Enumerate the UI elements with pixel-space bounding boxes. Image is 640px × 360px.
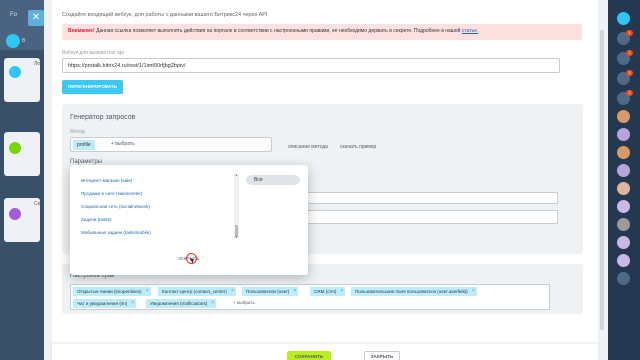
avatar[interactable] <box>617 164 630 177</box>
permission-tag: CRM (crm) × <box>310 287 346 296</box>
permission-tag: Пользователи (user) × <box>242 287 299 296</box>
permission-tag: Уведомления (notifications) × <box>146 299 217 308</box>
cancel-button[interactable]: ЗАКРЫТЬ <box>364 351 400 360</box>
method-tag: profile <box>73 140 95 150</box>
avatar[interactable] <box>617 110 630 123</box>
remove-tag-icon[interactable]: × <box>211 299 214 308</box>
scope-all-filter[interactable]: Все <box>246 175 300 185</box>
message-badge: 2 <box>626 50 633 56</box>
scroll-up-icon[interactable]: ▲ <box>234 173 239 177</box>
permission-tag: Контакт-центр (contact_center) × <box>158 287 236 296</box>
method-description-link[interactable]: описание метода <box>288 144 328 150</box>
remove-tag-icon[interactable]: × <box>293 287 296 296</box>
scope-list: Интернет-магазин (sale) Продажи в чате (… <box>78 173 242 243</box>
avatar[interactable] <box>617 182 630 195</box>
method-label: Метод <box>70 129 85 135</box>
background-card: Ло <box>4 58 40 102</box>
warning-alert: Внимание! Данная ссылка позволяет выполн… <box>62 24 582 40</box>
avatar[interactable] <box>617 146 630 159</box>
add-chat-icon[interactable] <box>617 272 630 285</box>
right-sidebar: 1 2 3 3 <box>608 0 640 360</box>
scope-item[interactable]: Социальная сеть (socialnetwork) <box>81 204 150 209</box>
background-portal: Fo В Ло Се <box>0 0 44 360</box>
permission-tag: Открытые линии (imopenlines) × <box>73 287 151 296</box>
background-card-icon <box>9 66 21 78</box>
method-choose-link[interactable]: + выбрать <box>111 141 135 147</box>
avatar[interactable] <box>617 200 630 213</box>
search-icon[interactable] <box>617 12 630 25</box>
method-selector[interactable]: profile + выбрать <box>70 137 272 152</box>
permission-tag: Пользовательские поля пользователя (user… <box>351 287 477 296</box>
background-card: Се <box>4 198 40 242</box>
webhook-url-field[interactable]: https://protalk.bitrix24.ru/rest/1/1imt9… <box>62 58 560 73</box>
panel-scrollbar[interactable] <box>600 30 604 330</box>
webhook-url-label: Вебхук для вызова rest api <box>62 50 124 56</box>
generator-title: Генератор запросов <box>70 114 136 121</box>
background-card-text: Се <box>34 201 41 207</box>
remove-tag-icon[interactable]: × <box>472 287 475 296</box>
scope-item[interactable]: Мобильные задачи (tasksmobile) <box>81 230 151 235</box>
background-card <box>4 132 40 176</box>
warning-text: Данная ссылка позволяет выполнять действ… <box>96 28 461 34</box>
background-card-icon <box>9 142 21 154</box>
avatar[interactable] <box>617 254 630 267</box>
close-slider-button[interactable]: ✕ <box>28 10 44 26</box>
background-card-text: Ло <box>34 61 41 67</box>
calls-badge: 3 <box>626 70 633 76</box>
avatar[interactable] <box>617 128 630 141</box>
remove-tag-icon[interactable]: × <box>231 287 234 296</box>
avatar[interactable] <box>617 236 630 249</box>
warning-label: Внимание! <box>68 28 95 34</box>
webhook-slider-panel: Создайте входящий вебхук, для работы с д… <box>44 0 608 360</box>
permission-tag: Чат и уведомления (im) × <box>73 299 137 308</box>
background-tab: Fo <box>10 12 18 18</box>
scroll-down-icon[interactable]: ▼ <box>234 235 239 239</box>
scope-item[interactable]: Задачи (tasks) <box>81 217 111 222</box>
remove-tag-icon[interactable]: × <box>131 299 134 308</box>
notification-badge: 1 <box>626 30 633 36</box>
scope-item[interactable]: Продажи в чате (salescenter) <box>81 191 142 196</box>
permissions-selector[interactable]: Открытые линии (imopenlines) × Контакт-це… <box>70 284 550 310</box>
scope-item[interactable]: Интернет-магазин (sale) <box>81 178 132 183</box>
regenerate-button[interactable]: ПЕРЕГЕНЕРИРОВАТЬ <box>62 80 123 94</box>
timeline-badge: 3 <box>626 90 633 96</box>
scope-list-scrollbar[interactable]: ▲ ▼ <box>234 173 239 239</box>
intro-text: Создайте входящий вебхук, для работы с д… <box>62 12 268 18</box>
background-nav-label: В <box>22 38 26 44</box>
warning-article-link[interactable]: статье. <box>462 28 478 34</box>
background-card-icon <box>9 208 21 220</box>
remove-tag-icon[interactable]: × <box>341 287 344 296</box>
background-nav-icon <box>6 34 20 48</box>
form-footer: СОХРАНИТЬ ЗАКРЫТЬ <box>52 344 598 360</box>
remove-tag-icon[interactable]: × <box>146 287 149 296</box>
scope-popup: Интернет-магазин (sale) Продажи в чате (… <box>70 165 308 275</box>
download-example-link[interactable]: скачать пример <box>340 144 376 150</box>
permissions-choose-link[interactable]: + выбрать <box>233 300 255 305</box>
save-button[interactable]: СОХРАНИТЬ <box>287 351 331 360</box>
avatar[interactable] <box>617 218 630 231</box>
